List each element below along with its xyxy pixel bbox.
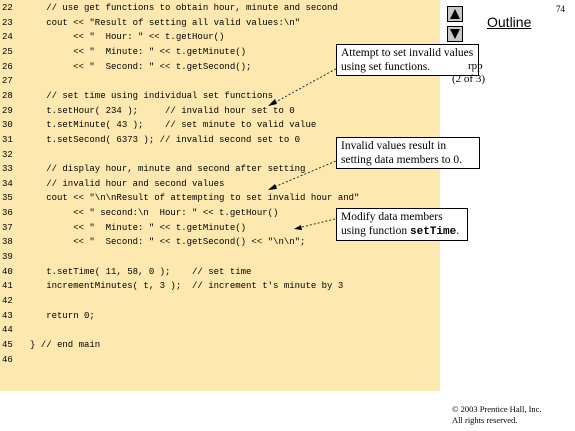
triangle-up-icon bbox=[450, 9, 460, 19]
callout-settime-end: . bbox=[456, 225, 460, 237]
outline-link[interactable]: Outline bbox=[487, 14, 531, 30]
arrow-line bbox=[271, 157, 344, 189]
nav-up-button[interactable] bbox=[447, 6, 463, 22]
triangle-down-icon bbox=[450, 29, 460, 39]
nav-down-button[interactable] bbox=[447, 26, 463, 42]
callout-arrows bbox=[268, 64, 344, 230]
callout-invalid-set: Attempt to set invalid values using set … bbox=[336, 44, 479, 76]
figure-part: (2 of 3) bbox=[452, 73, 485, 85]
page-number: 74 bbox=[556, 4, 565, 14]
callout-zero-members: Invalid values result in setting data me… bbox=[336, 137, 480, 169]
copyright-line: All rights reserved. bbox=[452, 415, 518, 425]
copyright-line: © 2003 Prentice Hall, Inc. bbox=[452, 404, 542, 414]
arrowhead bbox=[294, 225, 302, 230]
arrow-line bbox=[297, 217, 340, 229]
arrowhead bbox=[268, 184, 277, 190]
figure-name: rpp bbox=[468, 60, 483, 72]
copyright: © 2003 Prentice Hall, Inc. All rights re… bbox=[452, 404, 542, 426]
arrow-line bbox=[271, 64, 344, 105]
callout-settime-code: setTime bbox=[410, 226, 457, 238]
callout-settime: Modify data members using function setTi… bbox=[336, 208, 468, 241]
arrowhead bbox=[268, 99, 277, 106]
